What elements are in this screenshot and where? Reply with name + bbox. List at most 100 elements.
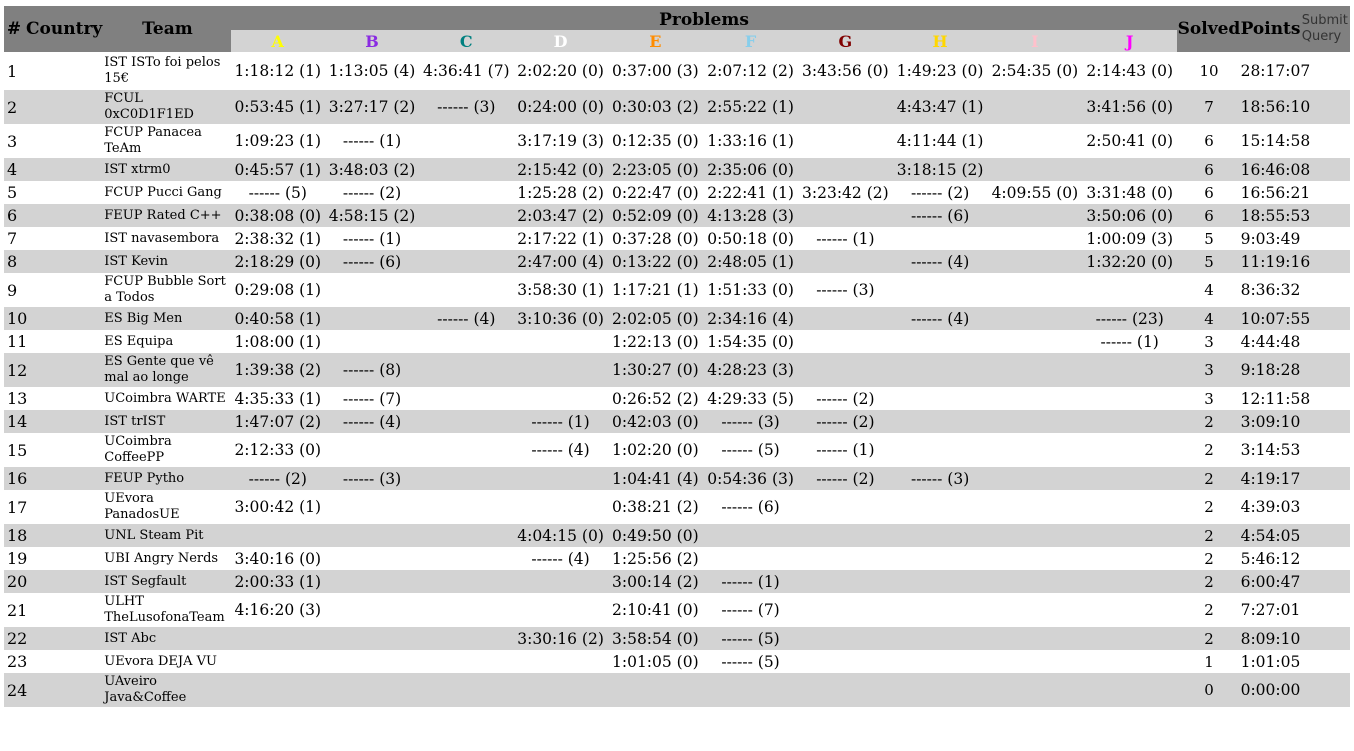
team-name-cell[interactable]: ES Equipa bbox=[104, 330, 231, 353]
points-cell: 6:00:47 bbox=[1240, 570, 1300, 593]
problem-cell-f: 1:51:33 (0) bbox=[702, 273, 799, 307]
points-cell: 11:19:16 bbox=[1240, 250, 1310, 273]
country-cell bbox=[24, 181, 105, 204]
team-name-cell[interactable]: FCUP Bubble Sort a Todos bbox=[104, 273, 231, 307]
problem-cell-a bbox=[230, 524, 325, 547]
rank-header: # bbox=[4, 6, 25, 52]
team-name-cell[interactable]: UBI Angry Nerds bbox=[104, 547, 231, 570]
submit-label[interactable]: Submit bbox=[1302, 13, 1348, 28]
problem-cell-h: ------ (3) bbox=[892, 467, 988, 490]
problem-header-d[interactable]: D bbox=[513, 30, 608, 52]
problem-cell-j bbox=[1082, 158, 1178, 181]
query-label[interactable]: Query bbox=[1302, 29, 1342, 44]
problem-cell-h bbox=[892, 410, 988, 433]
team-name-cell[interactable]: UEvora PanadosUE bbox=[104, 490, 231, 524]
problem-cell-b: 4:58:15 (2) bbox=[324, 204, 420, 227]
problem-cell-a: 0:29:08 (1) bbox=[230, 273, 325, 307]
problem-cell-a: 2:00:33 (1) bbox=[230, 570, 325, 593]
problem-cell-f: ------ (1) bbox=[702, 570, 799, 593]
problem-cell-a: 4:16:20 (3) bbox=[230, 593, 325, 627]
problem-cell-c bbox=[419, 158, 514, 181]
country-cell bbox=[24, 273, 105, 307]
problem-cell-i bbox=[987, 524, 1083, 547]
problem-cell-h bbox=[892, 387, 988, 410]
team-name-cell[interactable]: UNL Steam Pit bbox=[104, 524, 231, 547]
problem-cell-j: 1:00:09 (3) bbox=[1082, 227, 1178, 250]
team-name-cell[interactable]: UCoimbra CoffeePP bbox=[104, 433, 231, 467]
solved-cell: 3 bbox=[1177, 353, 1241, 387]
problem-header-j[interactable]: J bbox=[1082, 30, 1178, 52]
problem-cell-g: 3:43:56 (0) bbox=[798, 52, 893, 90]
problem-cell-a: 1:18:12 (1) bbox=[230, 52, 325, 90]
problem-cell-b: ------ (6) bbox=[324, 250, 420, 273]
country-cell bbox=[24, 627, 105, 650]
problem-header-c[interactable]: C bbox=[419, 30, 514, 52]
problem-cell-j bbox=[1082, 570, 1178, 593]
table-row: 8 IST Kevin 2:18:29 (0) ------ (6) 2:47:00 (… bbox=[4, 250, 1350, 273]
submit-query-header[interactable]: Submit Query bbox=[1299, 6, 1350, 52]
team-name-cell[interactable]: IST trIST bbox=[104, 410, 231, 433]
problem-cell-g bbox=[798, 250, 893, 273]
team-name-cell[interactable]: ES Big Men bbox=[104, 307, 231, 330]
problem-header-e[interactable]: E bbox=[607, 30, 703, 52]
team-name-cell[interactable]: FEUP Pytho bbox=[104, 467, 231, 490]
team-name-cell[interactable]: FCUP Pucci Gang bbox=[104, 181, 231, 204]
problem-header-f[interactable]: F bbox=[702, 30, 799, 52]
country-cell bbox=[24, 673, 105, 707]
team-name-cell[interactable]: UCoimbra WARTE bbox=[104, 387, 231, 410]
solved-header: Solved bbox=[1177, 6, 1241, 52]
team-name-cell[interactable]: IST ISTo foi pelos 15€ bbox=[104, 52, 231, 90]
problem-cell-c bbox=[419, 570, 514, 593]
rank-cell: 24 bbox=[4, 673, 27, 707]
problem-cell-f: ------ (5) bbox=[702, 627, 799, 650]
points-cell: 18:56:10 bbox=[1240, 90, 1310, 124]
problem-header-b[interactable]: B bbox=[324, 30, 420, 52]
team-name-cell[interactable]: ULHT TheLusofonaTeam bbox=[104, 593, 231, 627]
team-name-cell[interactable]: IST xtrm0 bbox=[104, 158, 231, 181]
problem-cell-c bbox=[419, 433, 514, 467]
team-name-cell[interactable]: IST Abc bbox=[104, 627, 231, 650]
problem-cell-d bbox=[513, 387, 608, 410]
scoreboard-body: 1 IST ISTo foi pelos 15€ 1:18:12 (1) 1:13:0… bbox=[4, 52, 1350, 707]
table-row: 14 IST trIST 1:47:07 (2) ------ (4) ------ (… bbox=[4, 410, 1350, 433]
problem-header-i[interactable]: I bbox=[987, 30, 1083, 52]
table-row: 18 UNL Steam Pit 4:04:15 (0) 0:49:50 (0) 2 4:… bbox=[4, 524, 1350, 547]
problem-cell-e: 3:00:14 (2) bbox=[607, 570, 703, 593]
problem-cell-j bbox=[1082, 387, 1178, 410]
problem-cell-g: 3:23:42 (2) bbox=[798, 181, 893, 204]
rank-cell: 17 bbox=[4, 490, 27, 524]
spacer-cell bbox=[1299, 524, 1350, 547]
problem-cell-e bbox=[607, 673, 703, 707]
team-name-cell[interactable]: FEUP Rated C++ bbox=[104, 204, 231, 227]
rank-cell: 20 bbox=[4, 570, 27, 593]
team-name-cell[interactable]: FCUP Panacea TeAm bbox=[104, 124, 231, 158]
problem-cell-f: 2:35:06 (0) bbox=[702, 158, 799, 181]
team-name-cell[interactable]: IST Segfault bbox=[104, 570, 231, 593]
problem-header-g[interactable]: G bbox=[798, 30, 893, 52]
team-name-cell[interactable]: ES Gente que vê mal ao longe bbox=[104, 353, 231, 387]
problem-cell-b bbox=[324, 673, 420, 707]
problem-cell-f: 2:55:22 (1) bbox=[702, 90, 799, 124]
team-name-cell[interactable]: FCUL 0xC0D1F1ED bbox=[104, 90, 231, 124]
problem-cell-i bbox=[987, 90, 1083, 124]
problems-header: Problems bbox=[230, 6, 1178, 30]
problem-cell-a: ------ (2) bbox=[230, 467, 325, 490]
problem-header-a[interactable]: A bbox=[230, 30, 325, 52]
table-row: 1 IST ISTo foi pelos 15€ 1:18:12 (1) 1:13:0… bbox=[4, 52, 1350, 90]
points-cell: 28:17:07 bbox=[1240, 52, 1310, 90]
country-cell bbox=[24, 90, 105, 124]
team-name-cell[interactable]: UAveiro Java&Coffee bbox=[104, 673, 231, 707]
problem-cell-f: 2:34:16 (4) bbox=[702, 307, 799, 330]
problem-header-h[interactable]: H bbox=[892, 30, 988, 52]
team-header: Team bbox=[104, 6, 231, 52]
team-name-cell[interactable]: IST Kevin bbox=[104, 250, 231, 273]
team-name-cell[interactable]: UEvora DEJA VU bbox=[104, 650, 231, 673]
problem-cell-a: 3:40:16 (0) bbox=[230, 547, 325, 570]
table-row: 17 UEvora PanadosUE 3:00:42 (1) 0:38:21 (2)… bbox=[4, 490, 1350, 524]
problem-cell-h: 4:11:44 (1) bbox=[892, 124, 988, 158]
solved-cell: 2 bbox=[1177, 524, 1241, 547]
problem-cell-d bbox=[513, 353, 608, 387]
problem-cell-i bbox=[987, 570, 1083, 593]
problem-cell-d: 3:58:30 (1) bbox=[513, 273, 608, 307]
team-name-cell[interactable]: IST navasembora bbox=[104, 227, 231, 250]
